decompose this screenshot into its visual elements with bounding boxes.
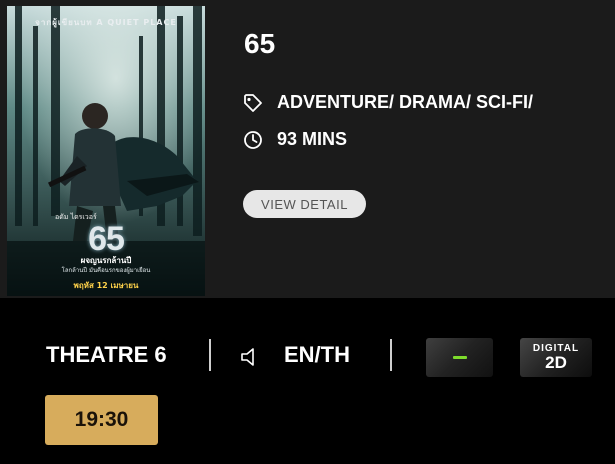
movie-poster[interactable]: จากผู้เขียนบท A QUIET PLACE อดัม ไดรเวอร…	[7, 6, 205, 296]
duration-row: 93 MINS	[243, 129, 347, 150]
movie-title: 65	[244, 28, 276, 59]
clock-icon	[243, 130, 263, 150]
rating-dash-icon	[452, 356, 467, 359]
view-detail-button[interactable]: VIEW DETAIL	[243, 190, 366, 218]
speaker-icon	[240, 346, 260, 368]
poster-release-date: พฤหัส 12 เมษายน	[73, 281, 139, 290]
theatre-label: THEATRE 6	[46, 342, 167, 367]
tag-icon	[243, 93, 263, 113]
digital-2d-badge: DIGITAL 2D	[520, 338, 592, 377]
divider	[390, 339, 392, 371]
duration-text: 93 MINS	[277, 129, 348, 149]
movie-card: จากผู้เขียนบท A QUIET PLACE อดัม ไดรเวอร…	[0, 0, 615, 298]
poster-tagline: จากผู้เขียนบท A QUIET PLACE	[35, 18, 177, 27]
format-main-text: 2D	[545, 353, 567, 372]
rating-badge	[426, 338, 493, 377]
genre-text: ADVENTURE/ DRAMA/ SCI-FI/	[277, 92, 533, 112]
showtime-button[interactable]: 19:30	[45, 395, 158, 445]
poster-tagline-2: โลกล้านปี มันคือนรกของผู้มาเยือน	[61, 267, 151, 274]
genre-row: ADVENTURE/ DRAMA/ SCI-FI/	[243, 92, 533, 113]
language-label: EN/TH	[284, 342, 350, 367]
divider	[209, 339, 211, 371]
